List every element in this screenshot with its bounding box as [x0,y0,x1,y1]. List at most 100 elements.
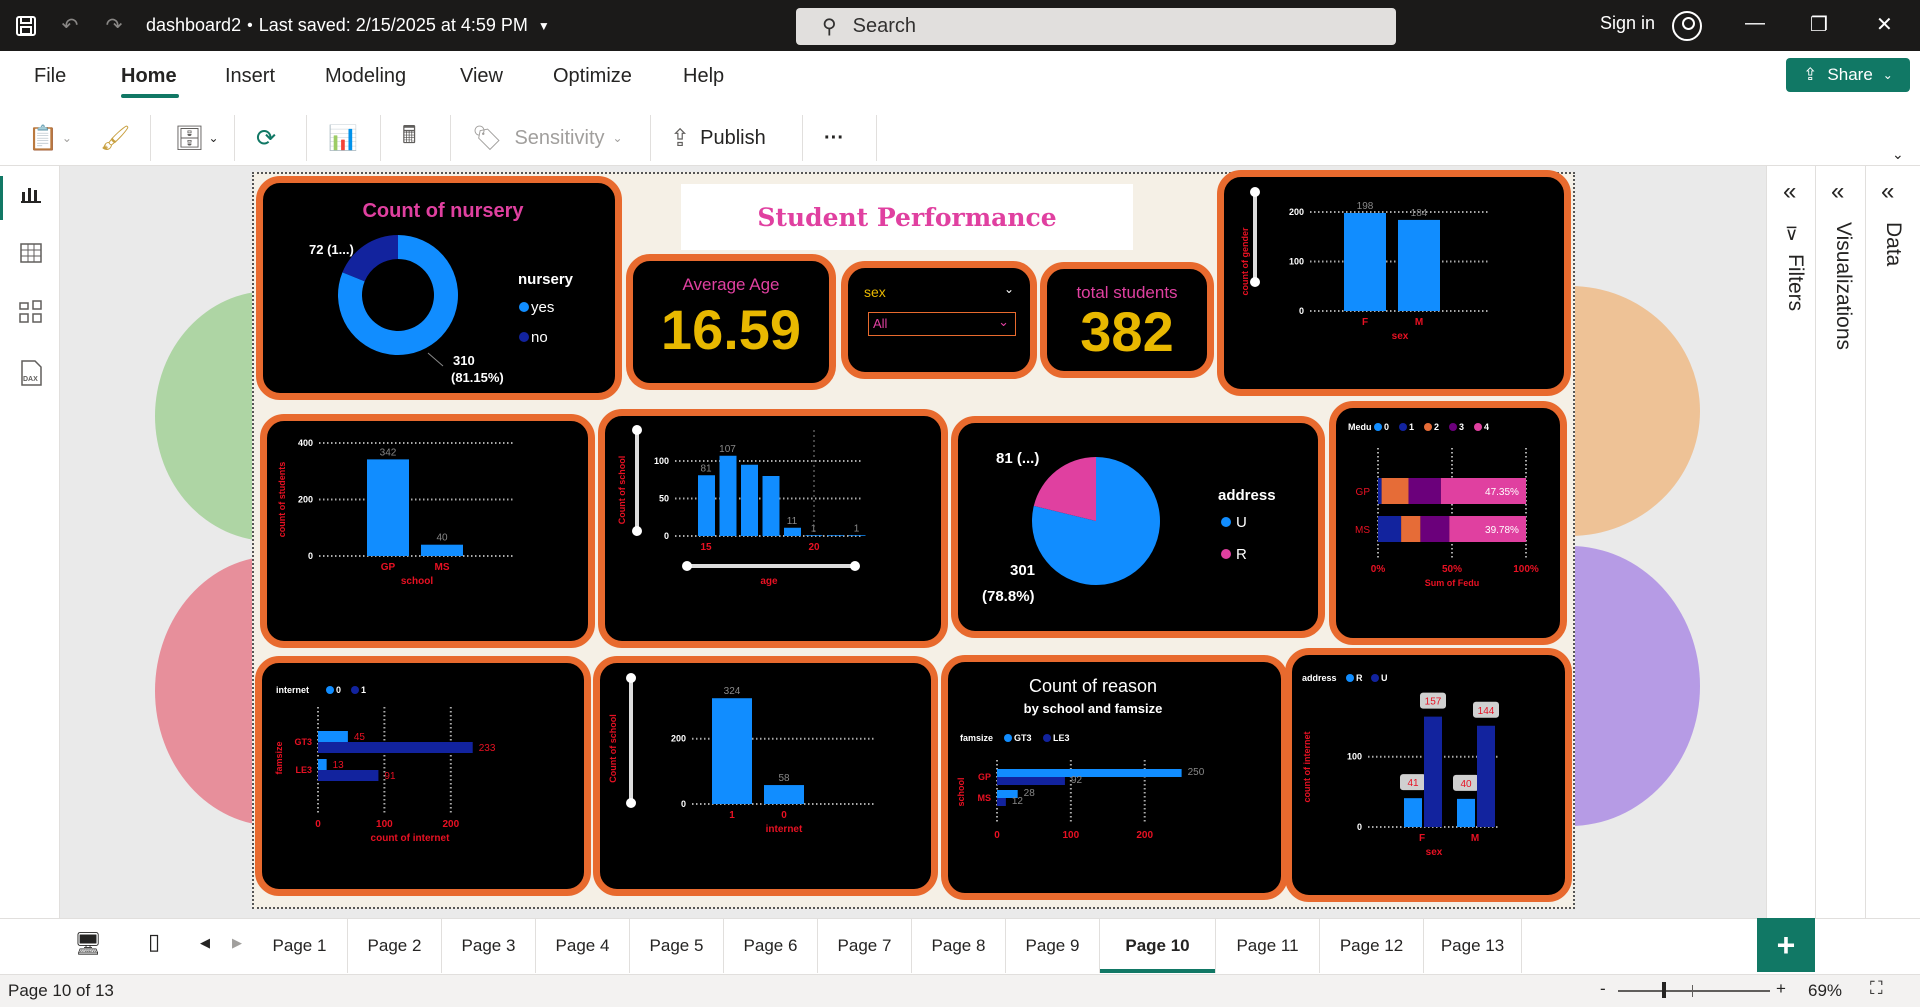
page-tab[interactable]: Page 7 [818,919,912,973]
ribbon: 📋 ⌄ 🖌 🗄 ⌄ ⟳ 📊 🖩 🏷 Sensitivity ⌄ ⇪ Publish ···… [0,109,1920,166]
get-data-button[interactable]: 🗄 ⌄ [174,121,219,155]
page-tab[interactable]: Page 2 [348,919,442,973]
legend-marker [326,686,334,694]
nursery-donut-chart: Count of nursery 72 (1...) 310 (81.15%) nurs… [309,200,574,385]
y-tick-label: 100 [654,456,669,466]
data-label: 40 [1460,779,1472,790]
menu-optimize[interactable]: Optimize [553,65,632,88]
internet-famsize-card[interactable]: internet 0 1 0 100 200 45 13 233 91 GT3 LE3 count of… [255,656,591,896]
address-pie-card[interactable]: 81 (...) 301 (78.8%) address U R [951,416,1325,638]
next-page-icon[interactable]: ▶ [232,935,242,951]
page-tab-label: Page 11 [1236,936,1299,955]
visualizations-pane-label[interactable]: Visualizations [1831,222,1855,350]
previous-page-icon[interactable]: ◀ [200,935,210,951]
data-label: 13 [333,760,345,771]
avatar-icon[interactable] [1672,11,1702,41]
report-view-icon[interactable] [18,182,44,208]
mobile-layout-icon[interactable]: ▯ [148,929,160,955]
chart-title: Count of reason [1029,676,1157,696]
age-bar-chart: 05010081107111 115 20ageCount of school [617,425,866,587]
y-tick-label: 0 [1299,306,1304,316]
address-pie-chart: 81 (...) 301 (78.8%) address UR [982,450,1276,605]
close-icon[interactable]: ✕ [1876,12,1893,37]
new-visual-button[interactable]: 📊 [328,121,358,155]
zoom-slider-thumb[interactable] [1662,982,1666,998]
zoom-in-button[interactable]: + [1776,979,1786,999]
legend-item: 4 [1484,422,1489,432]
table-view-icon[interactable] [18,242,44,268]
search-box[interactable]: ⚲ Search [796,8,1396,45]
undo-icon[interactable]: ↶ [52,8,88,44]
share-button[interactable]: ⇪ Share ⌄ [1786,58,1910,92]
format-painter-button[interactable]: 🖌 [100,121,130,155]
sex-slicer-card[interactable]: sex ⌄ All ⌄ [841,261,1037,379]
menu-modeling[interactable]: Modeling [325,65,406,88]
total-students-card[interactable]: total students 382 [1040,262,1214,378]
gender-bar-card[interactable]: 0 100 200 198 184 F Msex count of gender [1217,170,1571,396]
menu-view[interactable]: View [460,65,503,88]
legend-marker [519,302,529,312]
collapse-filters-icon[interactable]: « [1783,178,1796,206]
report-title-box[interactable]: Student Performance [681,184,1133,250]
menu-insert[interactable]: Insert [225,65,275,88]
page-tab[interactable]: Page 6 [724,919,818,973]
title-separator: • [247,16,253,34]
publish-button[interactable]: ⇪ Publish [670,121,766,155]
x-tick-label: 0% [1371,564,1386,575]
slider-handle [632,526,642,536]
zoom-slider-track[interactable] [1618,990,1770,992]
internet-school-card[interactable]: 0 200 324 58 1 0 internet Count of school [593,656,938,896]
reason-card[interactable]: Count of reason by school and famsize fams… [941,655,1288,900]
chevron-down-icon[interactable]: ⌄ [1004,282,1014,296]
restore-icon[interactable]: ❐ [1810,12,1828,37]
menu-help[interactable]: Help [683,65,724,88]
fit-to-page-icon[interactable]: ⛶ [1870,978,1883,999]
page-tab[interactable]: Page 8 [912,919,1006,973]
legend-marker [1449,423,1457,431]
page-tab[interactable]: Page 12 [1320,919,1424,973]
add-page-button[interactable]: + [1757,918,1815,972]
zoom-out-button[interactable]: - [1600,979,1606,999]
bar [421,544,463,556]
filters-pane-label[interactable]: Filters [1783,254,1807,311]
page-tab[interactable]: Page 13 [1424,919,1522,973]
bar [1344,212,1386,311]
chevron-down-icon[interactable]: ▼ [538,19,550,33]
collapse-visualizations-icon[interactable]: « [1831,178,1844,206]
page-tab[interactable]: Page 10 [1100,919,1216,973]
bar-segment [1420,516,1450,542]
minimize-icon[interactable]: — [1745,12,1765,35]
redo-icon[interactable]: ↷ [96,8,132,44]
page-tab[interactable]: Page 3 [442,919,536,973]
page-tab[interactable]: Page 9 [1006,919,1100,973]
more-options-button[interactable]: ··· [824,121,844,155]
nursery-donut-card[interactable]: Count of nursery 72 (1...) 310 (81.15%) nurs… [256,176,622,400]
desktop-layout-icon[interactable]: 🖥 [74,931,102,957]
y-tick-label: 100 [1347,752,1362,762]
paste-button[interactable]: 📋 ⌄ [28,121,72,155]
sign-in-link[interactable]: Sign in [1600,13,1655,34]
dax-query-view-icon[interactable]: DAX [18,360,44,386]
model-view-icon[interactable] [18,300,44,326]
refresh-button[interactable]: ⟳ [256,121,276,155]
menu-home[interactable]: Home [121,65,177,88]
page-tab[interactable]: Page 1 [252,919,348,973]
average-age-card[interactable]: Average Age 16.59 [626,254,836,390]
menu-file[interactable]: File [34,65,66,88]
school-bar-card[interactable]: 0 200 400 342 40 GP MS school count of students [260,414,595,648]
data-pane-label[interactable]: Data [1881,222,1905,266]
legend-item: 2 [1434,422,1439,432]
page-tab[interactable]: Page 11 [1216,919,1320,973]
page-tab[interactable]: Page 4 [536,919,630,973]
search-input[interactable]: Search [853,15,916,38]
medu-stacked-card[interactable]: Medu 0 1 2 3 4 GP 47.35% MS 39.78% 0% 50% 100% Sum of… [1329,401,1567,645]
sex-address-card[interactable]: address R U 0 100 41 157 F 40 144 Msex count of int… [1285,648,1572,902]
file-name[interactable]: dashboard2 [146,15,241,36]
save-icon[interactable] [8,8,44,44]
slicer-dropdown[interactable]: All ⌄ [868,312,1016,336]
page-tab[interactable]: Page 5 [630,919,724,973]
new-measure-button[interactable]: 🖩 [402,121,416,155]
age-bar-card[interactable]: 0 50 100 81 107 11 1 1 15 20 age Count of school [598,409,948,648]
collapse-data-icon[interactable]: « [1881,178,1894,206]
sensitivity-button[interactable]: 🏷 Sensitivity ⌄ [472,121,623,155]
